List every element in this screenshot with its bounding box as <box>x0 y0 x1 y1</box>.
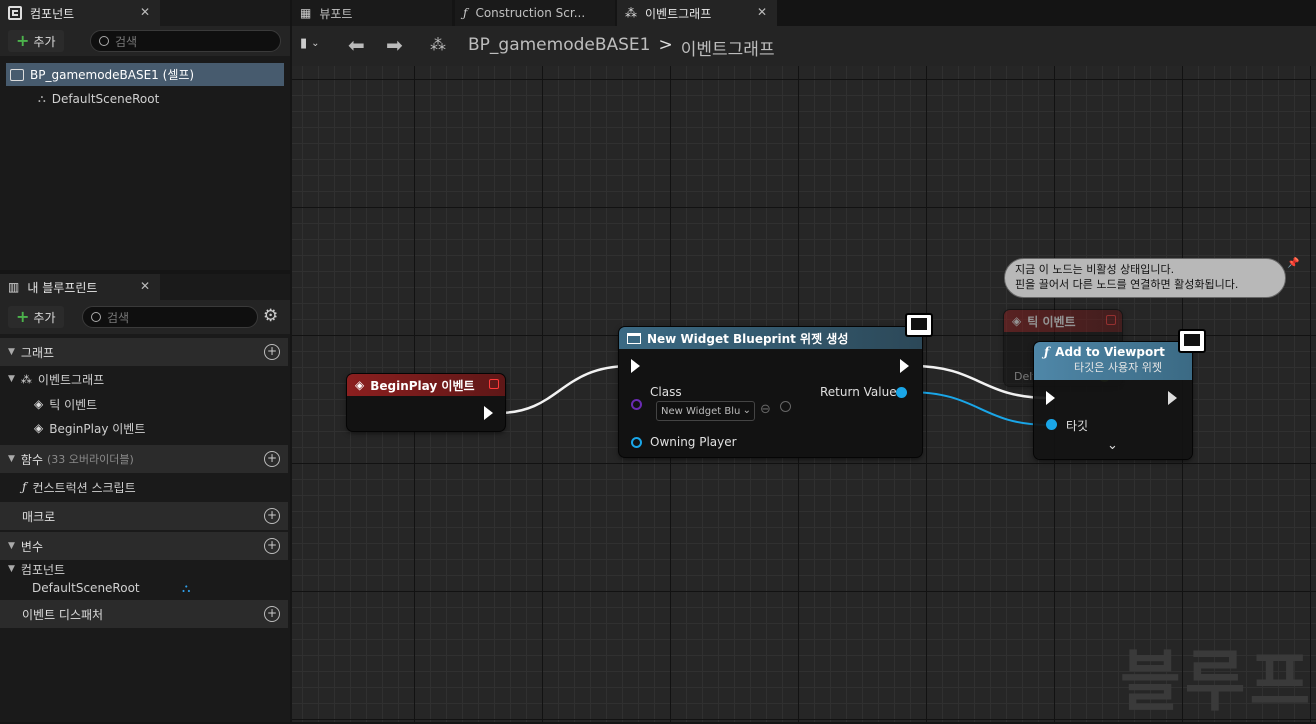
chevron-down-icon[interactable]: ⌄ <box>1107 438 1118 453</box>
beginplay-node-header: ◈ BeginPlay 이벤트 <box>347 374 505 396</box>
widget-icon <box>627 332 641 344</box>
owning-player-label: Owning Player <box>650 435 737 449</box>
class-select-value: New Widget Blu <box>661 405 741 417</box>
create-widget-node[interactable]: New Widget Blueprint 위젯 생성 Class New Wid… <box>619 327 922 457</box>
target-pin[interactable] <box>1046 419 1057 430</box>
exec-output-pin[interactable] <box>484 406 493 420</box>
tick-node-title: 틱 이벤트 <box>1027 314 1076 329</box>
exec-output-pin[interactable] <box>1168 391 1177 405</box>
return-value-label: Return Value <box>820 385 897 399</box>
disabled-node-tooltip: 지금 이 노드는 비활성 상태입니다. 핀을 끌어서 다른 노드를 연결하면 활… <box>1004 258 1286 298</box>
class-pin-label: Class <box>650 385 682 399</box>
add-to-viewport-header: ƒ Add to Viewport 타깃은 사용자 위젯 <box>1034 342 1192 380</box>
exec-wire-beginplay <box>497 364 631 415</box>
exec-output-pin[interactable] <box>900 359 909 373</box>
latent-monitor-icon <box>1178 329 1206 353</box>
create-widget-node-header: New Widget Blueprint 위젯 생성 <box>619 327 922 349</box>
create-widget-node-title: New Widget Blueprint 위젯 생성 <box>647 331 849 346</box>
target-pin-label: 타깃 <box>1066 419 1089 433</box>
add-to-viewport-subtitle: 타깃은 사용자 위젯 <box>1074 361 1162 374</box>
delegate-pin-icon[interactable] <box>1106 315 1116 325</box>
browse-asset-search-icon[interactable] <box>780 401 791 412</box>
use-selected-asset-icon[interactable]: ⊖ <box>760 402 771 417</box>
latent-monitor-icon <box>905 313 933 337</box>
event-diamond-icon: ◈ <box>355 378 365 392</box>
chevron-down-icon: ⌄ <box>742 405 751 416</box>
tooltip-line-1: 지금 이 노드는 비활성 상태입니다. <box>1015 263 1175 276</box>
owning-player-pin[interactable] <box>631 437 642 448</box>
tick-node-header: ◈ 틱 이벤트 <box>1004 310 1122 332</box>
class-pin[interactable] <box>631 399 642 410</box>
delegate-pin-icon[interactable] <box>489 379 499 389</box>
exec-input-pin[interactable] <box>631 359 640 373</box>
beginplay-node[interactable]: ◈ BeginPlay 이벤트 <box>347 374 505 431</box>
add-to-viewport-node[interactable]: ƒ Add to Viewport 타깃은 사용자 위젯 타깃 ⌄ <box>1034 342 1192 459</box>
function-icon: ƒ <box>1044 345 1050 359</box>
event-diamond-icon: ◈ <box>1012 314 1022 328</box>
return-value-pin[interactable] <box>896 387 907 398</box>
add-to-viewport-title: Add to Viewport <box>1055 345 1165 359</box>
tooltip-line-2: 핀을 끌어서 다른 노드를 연결하면 활성화됩니다. <box>1015 278 1239 291</box>
class-select[interactable]: New Widget Blu ⌄ <box>656 401 755 421</box>
exec-input-pin[interactable] <box>1046 391 1055 405</box>
pin-tooltip-icon[interactable]: 📌 <box>1287 258 1299 269</box>
beginplay-node-title: BeginPlay 이벤트 <box>370 378 475 393</box>
